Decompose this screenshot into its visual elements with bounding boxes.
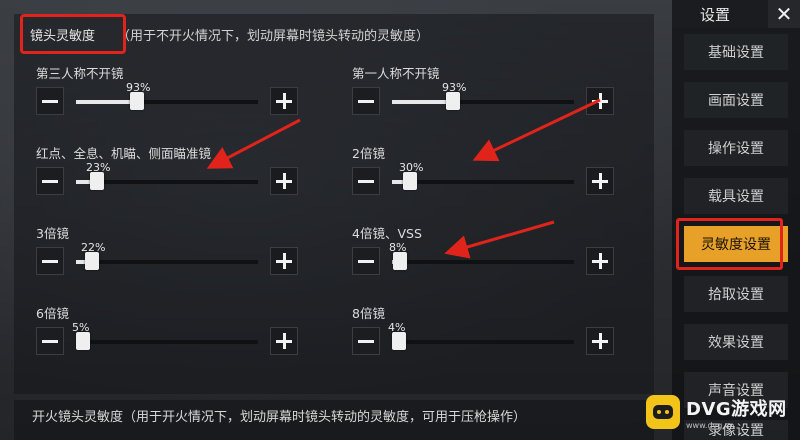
setting-label: 3倍镜 [36, 226, 69, 241]
slider-track[interactable]: 93% [76, 81, 258, 110]
sidebar-item-vehicle[interactable]: 载具设置 [684, 178, 788, 214]
sidebar-item-label: 画面设置 [708, 93, 764, 109]
slider-thumb[interactable] [85, 252, 99, 270]
slider-thumb[interactable] [403, 172, 417, 190]
setting-2x-scope: 2倍镜 30% [352, 143, 614, 203]
slider-track[interactable]: 30% [392, 161, 574, 190]
decrease-button[interactable] [352, 167, 380, 195]
watermark-name: DVG游戏网 [686, 398, 787, 420]
decrease-button[interactable] [352, 327, 380, 355]
slider-track[interactable]: 22% [76, 241, 258, 270]
sensitivity-highlight-box [676, 218, 783, 270]
slider-thumb[interactable] [90, 172, 104, 190]
decrease-button[interactable] [36, 87, 64, 115]
decrease-button[interactable] [352, 87, 380, 115]
slider-value: 93% [126, 81, 151, 94]
sidebar-item-label: 基础设置 [708, 45, 764, 61]
slider-track[interactable]: 8% [389, 241, 574, 270]
section-description: （用于不开火情况下，划动屏幕时镜头转动的灵敏度） [117, 28, 430, 44]
slider-value: 22% [81, 241, 106, 254]
sidebar-item-graphics[interactable]: 画面设置 [684, 82, 788, 118]
setting-4x-scope: 4倍镜、VSS 8% [352, 223, 614, 283]
increase-button[interactable] [586, 167, 614, 195]
slider-track[interactable]: 93% [392, 81, 574, 110]
slider-value: 93% [442, 81, 467, 94]
gamepad-logo-icon [646, 395, 680, 429]
close-button[interactable]: ✕ [768, 0, 800, 28]
increase-button[interactable] [270, 167, 298, 195]
sidebar-item-effects[interactable]: 效果设置 [684, 324, 788, 360]
setting-3x-scope: 3倍镜 22% [36, 223, 298, 283]
close-icon: ✕ [775, 2, 793, 26]
slider-value: 23% [86, 161, 111, 174]
slider-track[interactable]: 5% [72, 321, 258, 350]
decrease-button[interactable] [352, 247, 380, 275]
sidebar-header: 设置 ✕ [672, 0, 800, 28]
setting-label: 8倍镜 [352, 306, 385, 321]
setting-label: 第三人称不开镜 [36, 66, 124, 81]
watermark-url: www.dvg.cn [686, 420, 735, 430]
setting-third-person-no-scope: 第三人称不开镜 93% [36, 63, 298, 123]
decrease-button[interactable] [36, 247, 64, 275]
slider-value: 5% [72, 321, 90, 334]
slider-thumb[interactable] [446, 92, 460, 110]
sidebar-title: 设置 [700, 6, 731, 24]
fire-sensitivity-label: 开火镜头灵敏度（用于开火情况下，划动屏幕时镜头转动的灵敏度，可用于压枪操作） [32, 410, 527, 425]
slider-value: 4% [388, 321, 406, 334]
slider-thumb[interactable] [76, 332, 90, 350]
decrease-button[interactable] [36, 327, 64, 355]
setting-8x-scope: 8倍镜 4% [352, 303, 614, 363]
increase-button[interactable] [586, 327, 614, 355]
sidebar-item-label: 拾取设置 [708, 287, 764, 303]
increase-button[interactable] [270, 247, 298, 275]
sidebar-item-controls[interactable]: 操作设置 [684, 130, 788, 166]
increase-button[interactable] [270, 327, 298, 355]
increase-button[interactable] [586, 247, 614, 275]
setting-6x-scope: 6倍镜 5% [36, 303, 298, 363]
slider-value: 30% [399, 161, 424, 174]
setting-label: 红点、全息、机瞄、侧面瞄准镜 [36, 146, 212, 161]
slider-track[interactable]: 4% [388, 321, 574, 350]
slider-thumb[interactable] [392, 332, 406, 350]
watermark: DVG游戏网 www.dvg.cn [646, 391, 792, 433]
setting-label: 第一人称不开镜 [352, 66, 440, 81]
setting-label: 2倍镜 [352, 146, 385, 161]
setting-first-person-no-scope: 第一人称不开镜 93% [352, 63, 614, 123]
sidebar-item-basic[interactable]: 基础设置 [684, 34, 788, 70]
decrease-button[interactable] [36, 167, 64, 195]
increase-button[interactable] [270, 87, 298, 115]
sidebar-item-pickup[interactable]: 拾取设置 [684, 276, 788, 312]
setting-red-dot: 红点、全息、机瞄、侧面瞄准镜 23% [36, 143, 298, 203]
setting-label: 6倍镜 [36, 306, 69, 321]
slider-track[interactable]: 23% [76, 161, 258, 190]
slider-thumb[interactable] [130, 92, 144, 110]
increase-button[interactable] [586, 87, 614, 115]
slider-fill [76, 100, 134, 104]
sidebar-item-label: 操作设置 [708, 141, 764, 157]
setting-label: 4倍镜、VSS [352, 226, 422, 241]
sidebar-item-label: 载具设置 [708, 189, 764, 205]
sidebar-item-label: 效果设置 [708, 335, 764, 351]
title-highlight-box [20, 14, 126, 54]
slider-fill [392, 100, 450, 104]
fire-sensitivity-section: 开火镜头灵敏度（用于开火情况下，划动屏幕时镜头转动的灵敏度，可用于压枪操作） [14, 400, 654, 440]
slider-thumb[interactable] [393, 252, 407, 270]
slider-value: 8% [389, 241, 407, 254]
